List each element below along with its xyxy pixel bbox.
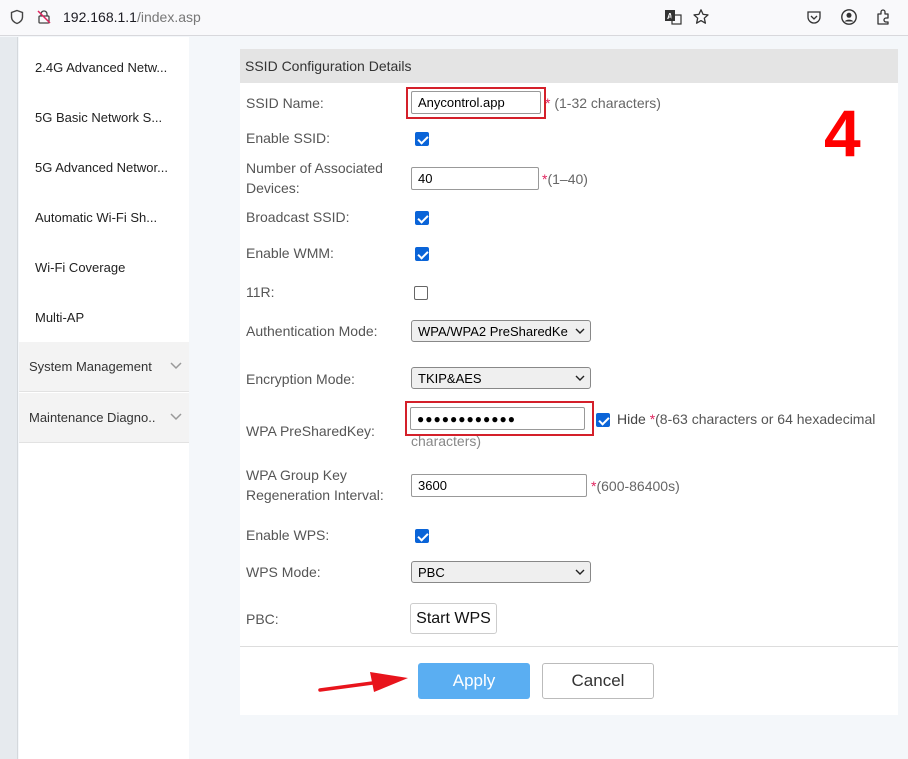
chevron-down-icon xyxy=(575,569,585,575)
11r-checkbox[interactable] xyxy=(414,286,428,300)
hint-text: (8-63 characters or 64 hexadecimal xyxy=(655,411,876,427)
broadcast-ssid-label: Broadcast SSID: xyxy=(246,209,350,225)
extensions-icon[interactable] xyxy=(874,7,894,27)
label-line: Devices: xyxy=(246,180,300,196)
insecure-lock-icon[interactable] xyxy=(34,7,54,27)
selected-value: PBC xyxy=(418,565,445,580)
11r-label: 11R: xyxy=(246,284,275,300)
selected-value: TKIP&AES xyxy=(418,371,482,386)
wps-mode-label: WPS Mode: xyxy=(246,564,321,580)
account-icon[interactable] xyxy=(839,7,859,27)
psk-input[interactable] xyxy=(410,407,585,430)
apply-button[interactable]: Apply xyxy=(418,663,530,699)
url-host: 192.168.1.1 xyxy=(63,9,137,25)
sidebar-item-24g-advanced[interactable]: 2.4G Advanced Netw... xyxy=(19,42,189,92)
hide-psk-checkbox[interactable] xyxy=(596,413,610,427)
enable-ssid-checkbox[interactable] xyxy=(415,132,429,146)
sidebar-group-maintenance[interactable]: Maintenance Diagno.. xyxy=(19,393,189,443)
pocket-icon[interactable] xyxy=(804,7,824,27)
hide-label: Hide xyxy=(617,411,646,427)
url-path: /index.asp xyxy=(136,9,201,25)
group-key-label: WPA Group Key Regeneration Interval: xyxy=(246,465,384,505)
chevron-down-icon xyxy=(170,362,182,370)
sidebar-nav: 2.4G Advanced Netw... 5G Basic Network S… xyxy=(19,37,189,759)
auth-mode-select[interactable]: WPA/WPA2 PreSharedKe xyxy=(411,320,591,342)
ssid-config-panel: SSID Configuration Details SSID Name: * … xyxy=(240,49,898,715)
assoc-devices-label: Number of Associated Devices: xyxy=(246,158,383,198)
pbc-label: PBC: xyxy=(246,611,279,627)
cancel-button[interactable]: Cancel xyxy=(542,663,654,699)
url-bar[interactable]: 192.168.1.1/index.asp xyxy=(63,9,201,25)
hint-text: (600-86400s) xyxy=(596,478,680,494)
enable-wps-label: Enable WPS: xyxy=(246,527,330,543)
auth-mode-label: Authentication Mode: xyxy=(246,323,378,339)
sidebar-item-5g-basic[interactable]: 5G Basic Network S... xyxy=(19,92,189,142)
panel-title: SSID Configuration Details xyxy=(240,49,898,83)
ssid-name-hint: * (1-32 characters) xyxy=(545,95,661,111)
sidebar-item-label: Wi-Fi Coverage xyxy=(35,259,126,275)
chevron-down-icon xyxy=(170,413,182,421)
bookmark-star-icon[interactable] xyxy=(691,7,711,27)
broadcast-ssid-checkbox[interactable] xyxy=(415,211,429,225)
start-wps-button[interactable]: Start WPS xyxy=(410,603,497,634)
label-line: WPA Group Key xyxy=(246,467,347,483)
psk-label: WPA PreSharedKey: xyxy=(246,423,375,439)
assoc-devices-hint: *(1–40) xyxy=(542,171,588,187)
sidebar-item-5g-advanced[interactable]: 5G Advanced Networ... xyxy=(19,142,189,192)
assoc-devices-input[interactable] xyxy=(411,167,539,190)
enable-wmm-label: Enable WMM: xyxy=(246,245,334,261)
hint-text: (1-32 characters) xyxy=(550,95,661,111)
chevron-down-icon xyxy=(575,375,585,381)
ssid-name-input[interactable] xyxy=(411,91,541,114)
enable-wps-checkbox[interactable] xyxy=(415,529,429,543)
encryption-mode-label: Encryption Mode: xyxy=(246,371,355,387)
browser-toolbar: 192.168.1.1/index.asp A xyxy=(0,0,908,36)
step-number-annotation: 4 xyxy=(824,96,861,170)
red-arrow-icon xyxy=(318,672,408,692)
label-line: Number of Associated xyxy=(246,160,383,176)
sidebar-group-system-management[interactable]: System Management xyxy=(19,342,189,392)
sidebar-group-label: Maintenance Diagno.. xyxy=(29,410,156,425)
chevron-down-icon xyxy=(575,328,585,334)
sidebar-item-multi-ap[interactable]: Multi-AP xyxy=(19,292,189,342)
sidebar-item-label: 2.4G Advanced Netw... xyxy=(35,59,168,75)
page-gutter xyxy=(0,37,18,759)
enable-ssid-label: Enable SSID: xyxy=(246,130,331,146)
divider xyxy=(240,646,898,647)
encryption-mode-select[interactable]: TKIP&AES xyxy=(411,367,591,389)
enable-wmm-checkbox[interactable] xyxy=(415,247,429,261)
sidebar-item-label: 5G Advanced Networ... xyxy=(35,159,168,175)
sidebar-item-auto-wifi[interactable]: Automatic Wi-Fi Sh... xyxy=(19,192,189,242)
wps-mode-select[interactable]: PBC xyxy=(411,561,591,583)
sidebar-group-label: System Management xyxy=(29,359,152,374)
selected-value: WPA/WPA2 PreSharedKe xyxy=(418,324,568,339)
psk-hint-continued: characters) xyxy=(411,433,482,449)
group-key-hint: *(600-86400s) xyxy=(591,478,680,494)
translate-icon[interactable]: A xyxy=(663,7,683,27)
label-line: Regeneration Interval: xyxy=(246,487,384,503)
sidebar-item-wifi-coverage[interactable]: Wi-Fi Coverage xyxy=(19,242,189,292)
shield-icon[interactable] xyxy=(7,7,27,27)
sidebar-item-label: Automatic Wi-Fi Sh... xyxy=(35,209,158,225)
sidebar-item-label: 5G Basic Network S... xyxy=(35,109,163,125)
ssid-name-label: SSID Name: xyxy=(246,95,324,111)
psk-hint: Hide *(8-63 characters or 64 hexadecimal xyxy=(617,411,875,427)
group-key-input[interactable] xyxy=(411,474,587,497)
sidebar-item-label: Multi-AP xyxy=(35,309,85,325)
hint-text: (1–40) xyxy=(547,171,588,187)
